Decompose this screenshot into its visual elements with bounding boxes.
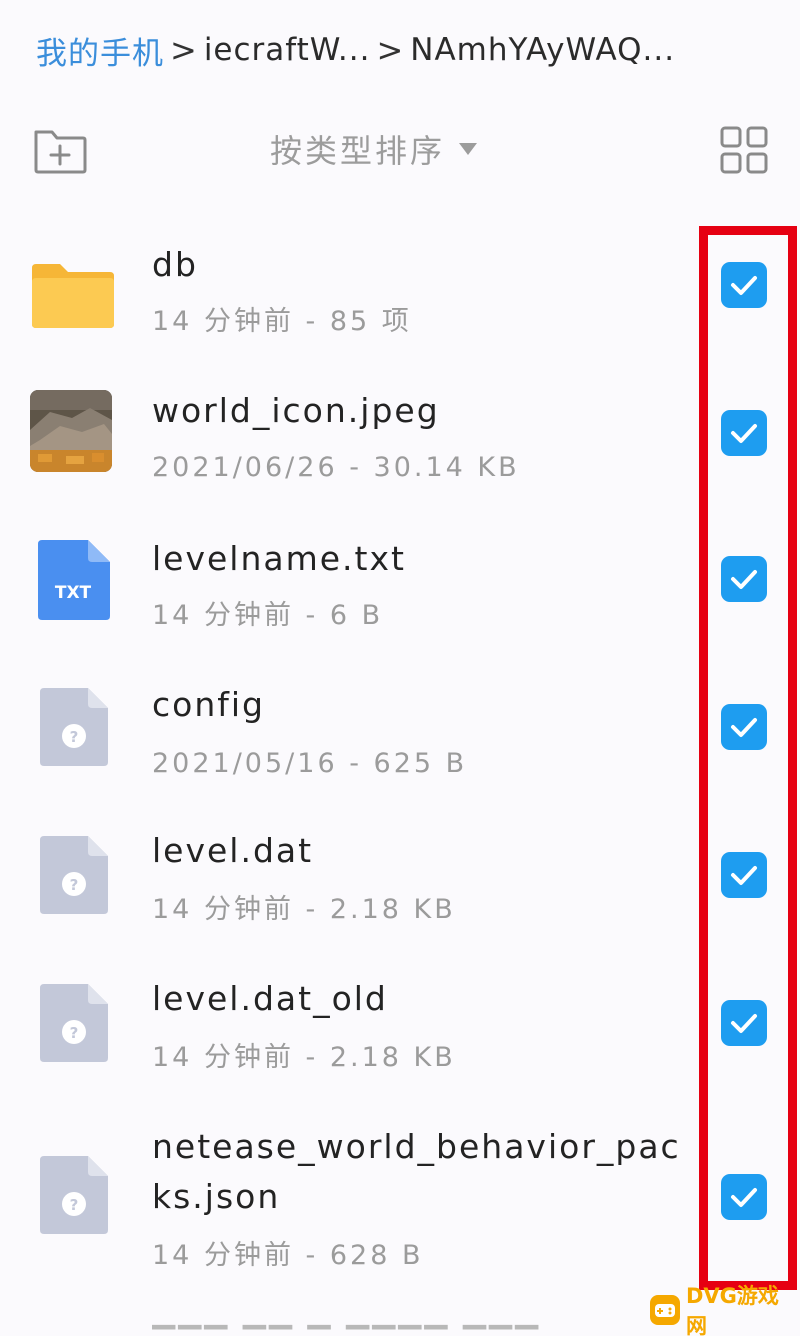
folder-icon — [32, 264, 114, 328]
file-row-partial: ▔▔▔ ▔▔ ▔ ▔▔▔▔ ▔▔▔ — [152, 1318, 632, 1336]
sort-label: 按类型排序 — [270, 132, 446, 170]
file-row-config[interactable]: ? config 2021/05/16 - 625 B — [0, 674, 800, 814]
unknown-file-icon: ? — [40, 688, 108, 766]
breadcrumb: 我的手机 > iecraftW... > NAmhYAyWAQ... — [36, 22, 786, 78]
file-name: config — [152, 685, 265, 724]
file-name: db — [152, 245, 198, 284]
file-row-netease-behavior-packs[interactable]: ? netease_world_behavior_packs.json 14 分… — [0, 1120, 800, 1300]
file-row-db[interactable]: db 14 分钟前 - 85 项 — [0, 230, 800, 370]
file-row-level-dat[interactable]: ? level.dat 14 分钟前 - 2.18 KB — [0, 822, 800, 962]
file-meta: 14 分钟前 - 2.18 KB — [152, 1042, 456, 1073]
new-folder-button[interactable] — [30, 122, 90, 178]
check-icon — [731, 718, 757, 737]
file-row-level-dat-old[interactable]: ? level.dat_old 14 分钟前 - 2.18 KB — [0, 970, 800, 1110]
file-meta: 2021/05/16 - 625 B — [152, 748, 468, 779]
breadcrumb-item-my-phone[interactable]: 我的手机 — [36, 28, 164, 73]
sort-by-type-dropdown[interactable]: 按类型排序 — [270, 124, 478, 174]
selection-checkbox[interactable] — [721, 852, 767, 898]
unknown-file-icon: ? — [40, 984, 108, 1062]
breadcrumb-item-current-folder[interactable]: NAmhYAyWAQ... — [410, 32, 675, 68]
unknown-file-icon: ? — [40, 836, 108, 914]
check-icon — [731, 866, 757, 885]
file-name: netease_world_behavior_packs.json — [152, 1127, 681, 1216]
txt-icon-label: TXT — [55, 583, 92, 603]
file-meta: 14 分钟前 - 628 B — [152, 1240, 424, 1271]
check-icon — [731, 276, 757, 295]
check-icon — [731, 1188, 757, 1207]
svg-text:?: ? — [70, 1024, 79, 1042]
check-icon — [731, 424, 757, 443]
file-row-levelname-txt[interactable]: TXT levelname.txt 14 分钟前 - 6 B — [0, 526, 800, 666]
svg-text:?: ? — [70, 876, 79, 894]
folder-plus-icon — [34, 130, 87, 174]
toolbar: 按类型排序 — [0, 112, 800, 188]
image-thumbnail — [30, 390, 112, 472]
svg-text:?: ? — [70, 728, 79, 746]
partial-row-fragment: ▔▔▔ ▔▔ ▔ ▔▔▔▔ ▔▔▔ — [152, 1326, 632, 1336]
selection-checkbox[interactable] — [721, 704, 767, 750]
file-row-world-icon[interactable]: world_icon.jpeg 2021/06/26 - 30.14 KB — [0, 378, 800, 518]
file-manager-screen: 我的手机 > iecraftW... > NAmhYAyWAQ... 按类型排序 — [0, 0, 800, 1336]
check-icon — [731, 570, 757, 589]
file-name: levelname.txt — [152, 539, 406, 578]
breadcrumb-item-minecraft-worlds[interactable]: iecraftW... — [204, 32, 371, 68]
file-meta: 14 分钟前 - 2.18 KB — [152, 894, 456, 925]
breadcrumb-separator: > — [170, 31, 198, 69]
view-toggle-button[interactable] — [718, 124, 770, 176]
txt-file-icon: TXT — [38, 540, 110, 620]
svg-text:?: ? — [70, 1196, 79, 1214]
selection-checkbox[interactable] — [721, 556, 767, 602]
file-meta: 14 分钟前 - 6 B — [152, 600, 384, 631]
gamepad-logo-icon — [650, 1295, 680, 1325]
file-name: level.dat — [152, 831, 314, 870]
check-icon — [731, 1014, 757, 1033]
file-name: world_icon.jpeg — [152, 391, 440, 430]
selection-checkbox[interactable] — [721, 410, 767, 456]
grid-view-icon — [720, 126, 768, 174]
file-name: level.dat_old — [152, 979, 388, 1018]
file-meta: 2021/06/26 - 30.14 KB — [152, 452, 520, 483]
file-meta: 14 分钟前 - 85 项 — [152, 306, 412, 337]
watermark-text: DVG游戏网 — [686, 1284, 779, 1336]
selection-checkbox[interactable] — [721, 262, 767, 308]
selection-checkbox[interactable] — [721, 1000, 767, 1046]
breadcrumb-separator: > — [376, 31, 405, 69]
caret-down-icon — [459, 143, 478, 155]
selection-checkbox[interactable] — [721, 1174, 767, 1220]
unknown-file-icon: ? — [40, 1156, 108, 1234]
watermark: DVG游戏网 — [650, 1284, 796, 1336]
